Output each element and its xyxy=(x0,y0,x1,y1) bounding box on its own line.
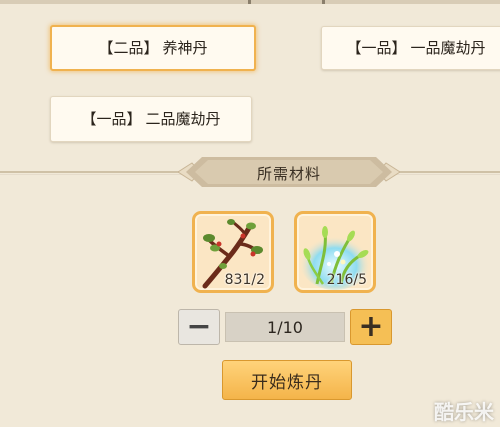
quantity-display: 1/10 xyxy=(225,312,345,342)
recipe-grade: 【二品】 xyxy=(98,38,159,57)
recipe-name: 养神丹 xyxy=(162,38,208,57)
recipe-item-yangshendan[interactable]: 【二品】 养神丹 xyxy=(50,25,256,71)
material-slot-2[interactable]: 216/5 xyxy=(294,211,376,293)
increase-quantity-button[interactable]: + xyxy=(350,309,392,345)
material-count: 831/2 xyxy=(224,272,265,288)
materials-banner: 所需材料 xyxy=(177,153,401,191)
top-divider xyxy=(0,0,500,4)
material-slot-1[interactable]: 831/2 xyxy=(192,211,274,293)
recipe-item-erpin-mojiedan[interactable]: 【一品】 二品魔劫丹 xyxy=(50,96,252,142)
start-alchemy-button[interactable]: 开始炼丹 xyxy=(222,360,352,400)
decrease-quantity-button[interactable]: − xyxy=(178,309,220,345)
recipe-name: 二品魔劫丹 xyxy=(145,109,221,128)
materials-title: 所需材料 xyxy=(256,165,321,183)
recipe-name: 一品魔劫丹 xyxy=(410,38,486,57)
watermark-logo: 酷乐米 xyxy=(434,400,494,424)
material-count: 216/5 xyxy=(326,272,367,288)
recipe-grade: 【一品】 xyxy=(346,38,407,57)
recipe-item-yipin-mojiedan[interactable]: 【一品】 一品魔劫丹 xyxy=(321,26,500,70)
recipe-grade: 【一品】 xyxy=(81,109,142,128)
